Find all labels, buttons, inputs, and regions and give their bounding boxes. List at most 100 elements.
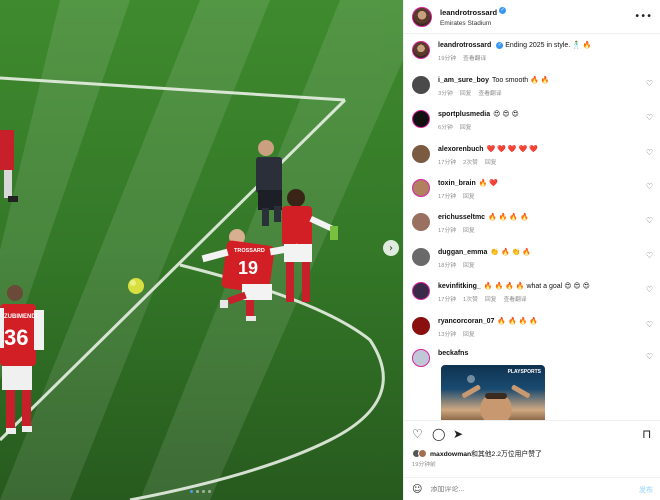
post-timestamp: 19分钟前 [412, 462, 436, 468]
caption: leandrotrossard ✓ Ending 2025 in style. 🕺… [412, 41, 657, 62]
comment-username[interactable]: alexorenbuch [438, 146, 484, 153]
add-comment-bar: ☺ 发布 [404, 477, 660, 500]
post-comment-button[interactable]: 发布 [639, 485, 653, 495]
comment-time: 17分钟 [438, 194, 457, 200]
comment-icon[interactable]: ◯ [432, 427, 445, 441]
commenter-avatar[interactable] [412, 110, 430, 128]
liker-avatar [418, 448, 427, 458]
caption-username[interactable]: leandrotrossard [438, 42, 491, 49]
heart-icon[interactable]: ♡ [646, 320, 653, 329]
football [128, 278, 144, 294]
heart-icon[interactable]: ♡ [646, 285, 653, 294]
commenter-avatar[interactable] [412, 179, 430, 197]
comment-time: 18分钟 [438, 263, 457, 269]
reply-button[interactable]: 回复 [485, 297, 497, 303]
share-icon[interactable]: ➤ [453, 427, 463, 441]
comment-username[interactable]: i_am_sure_boy [438, 77, 489, 84]
likes-count-text: 和其他2.2万位用户赞了 [471, 451, 542, 458]
likes-summary[interactable]: maxdowman和其他2.2万位用户赞了 [412, 448, 542, 458]
comment-text: Too smooth 🔥 🔥 [491, 77, 550, 84]
reply-button[interactable]: 回复 [460, 125, 472, 131]
comment-text: 🔥 ❤️ [478, 180, 499, 187]
comment-likes[interactable]: 2次赞 [463, 160, 478, 166]
heart-icon[interactable]: ♡ [646, 148, 653, 157]
comment-username[interactable]: beckafns [438, 350, 468, 357]
comment-username[interactable]: ryancorcoran_07 [438, 318, 494, 325]
post-actions: ♡ ◯ ➤ ⊓ maxdowman和其他2.2万位用户赞了 19分钟前 ☺ 发布 [404, 420, 660, 500]
caption-avatar[interactable] [412, 41, 430, 59]
carousel-dot [196, 490, 199, 493]
comment-time: 17分钟 [438, 160, 457, 166]
author-avatar[interactable] [412, 6, 432, 27]
translate-link[interactable]: 查看翻译 [463, 56, 486, 62]
svg-text:TROSSARD: TROSSARD [234, 248, 265, 254]
post-header: leandrotrossard ✓ Emirates Stadium ••• [404, 0, 660, 34]
comment-time: 17分钟 [438, 297, 457, 303]
heart-icon[interactable]: ♡ [412, 427, 423, 441]
comment-item: ryancorcoran_07 🔥 🔥 🔥 🔥 13分钟 回复 ♡ [412, 317, 657, 338]
comment-time: 13分钟 [438, 332, 457, 338]
comment-input[interactable] [430, 486, 639, 493]
svg-text:ZUBIMENDI: ZUBIMENDI [4, 314, 38, 320]
caption-text: Ending 2025 in style. 🕺 🔥 [505, 42, 592, 49]
reply-button[interactable]: 回复 [463, 332, 475, 338]
comment-username[interactable]: erichusseltmc [438, 214, 485, 221]
heart-icon[interactable]: ♡ [646, 79, 653, 88]
comment-text: 🔥 🔥 🔥 🔥 [488, 214, 529, 221]
comment-item: duggan_emma 👏 🔥 👏 🔥 18分钟 回复 ♡ [412, 248, 657, 269]
reply-button[interactable]: 回复 [463, 263, 475, 269]
reply-button[interactable]: 回复 [460, 91, 472, 97]
commenter-avatar[interactable] [412, 213, 430, 231]
comment-time: 3分钟 [438, 91, 453, 97]
comment-username[interactable]: toxin_brain [438, 180, 476, 187]
commenter-avatar[interactable] [412, 248, 430, 266]
author-username[interactable]: leandrotrossard [440, 8, 497, 17]
post-details-panel: leandrotrossard ✓ Emirates Stadium ••• le… [403, 0, 660, 500]
comment-item: alexorenbuch ❤️ ❤️ ❤️ ❤️ ❤️ 17分钟 2次赞 回复 ♡ [412, 145, 657, 166]
emoji-icon[interactable]: ☺ [412, 484, 422, 495]
comment-text: 🔥 🔥 🔥 🔥 what a goal 😍 😍 😍 [483, 283, 590, 290]
verified-icon: ✓ [496, 41, 504, 49]
commenter-avatar[interactable] [412, 349, 430, 367]
bookmark-icon[interactable]: ⊓ [642, 427, 651, 441]
heart-icon[interactable]: ♡ [646, 182, 653, 191]
reel-logo: PLAYSPORTS [507, 369, 541, 375]
translate-link[interactable]: 查看翻译 [503, 297, 526, 303]
reply-button[interactable]: 回复 [463, 194, 475, 200]
liker-username[interactable]: maxdowman [430, 451, 471, 458]
comment-item: sportplusmedia 😍 😍 😍 6分钟 回复 ♡ [412, 110, 657, 131]
caption-time: 19分钟 [438, 56, 457, 62]
post-location[interactable]: Emirates Stadium [440, 18, 634, 29]
heart-icon[interactable]: ♡ [646, 352, 653, 361]
commenter-avatar[interactable] [412, 282, 430, 300]
svg-text:19: 19 [238, 258, 258, 278]
comment-item: erichusseltmc 🔥 🔥 🔥 🔥 17分钟 回复 ♡ [412, 213, 657, 234]
reply-button[interactable]: 回复 [463, 228, 475, 234]
comment-time: 6分钟 [438, 125, 453, 131]
pitch-scene: ZUBIMENDI 36 TROSSARD 19 [0, 0, 403, 500]
carousel-dots [190, 490, 211, 493]
reply-button[interactable]: 回复 [485, 160, 497, 166]
carousel-dot [202, 490, 205, 493]
comment-text: ❤️ ❤️ ❤️ ❤️ ❤️ [486, 146, 538, 153]
commenter-avatar[interactable] [412, 317, 430, 335]
comment-item: i_am_sure_boy Too smooth 🔥 🔥 3分钟 回复 查看翻译 ♡ [412, 76, 657, 97]
comment-username[interactable]: duggan_emma [438, 249, 487, 256]
commenter-avatar[interactable] [412, 76, 430, 94]
commenter-avatar[interactable] [412, 145, 430, 163]
comment-text: 👏 🔥 👏 🔥 [490, 249, 532, 256]
chevron-right-icon: › [389, 242, 393, 254]
carousel-dot [190, 490, 193, 493]
more-horizontal-icon[interactable]: ••• [634, 11, 652, 22]
heart-icon[interactable]: ♡ [646, 113, 653, 122]
translate-link[interactable]: 查看翻译 [478, 91, 501, 97]
comment-media-thumbnail[interactable]: PLAYSPORTS [441, 365, 545, 420]
next-photo-button[interactable]: › [383, 240, 399, 256]
heart-icon[interactable]: ♡ [646, 251, 653, 260]
comment-username[interactable]: kevinfitking_ [438, 283, 481, 290]
post-photo[interactable]: ZUBIMENDI 36 TROSSARD 19 › [0, 0, 403, 500]
comment-username[interactable]: sportplusmedia [438, 111, 490, 118]
heart-icon[interactable]: ♡ [646, 216, 653, 225]
carousel-dot [208, 490, 211, 493]
comment-likes[interactable]: 1次赞 [463, 297, 478, 303]
